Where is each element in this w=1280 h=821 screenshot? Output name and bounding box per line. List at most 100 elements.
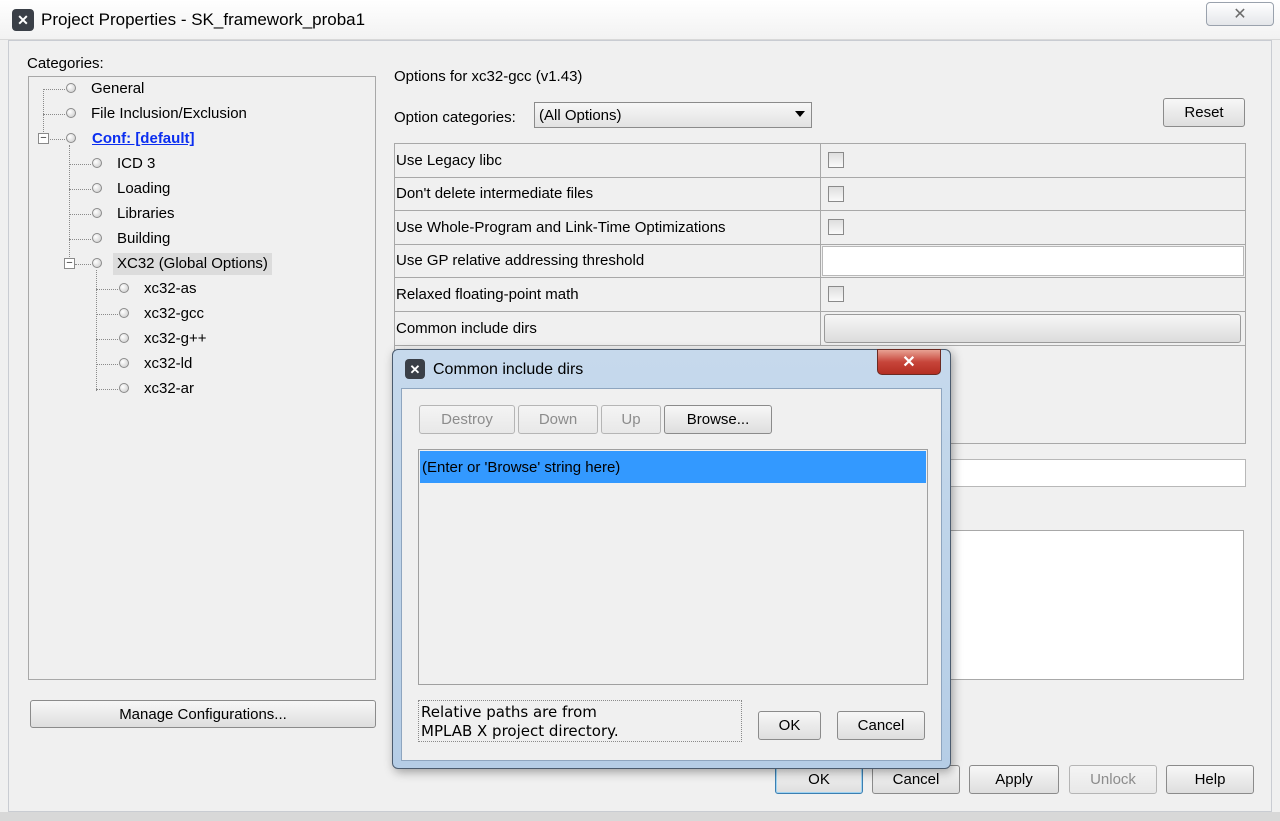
property-name: Relaxed floating-point math bbox=[395, 278, 821, 311]
options-header: Options for xc32-gcc (v1.43) bbox=[394, 68, 583, 85]
node-icon bbox=[66, 83, 76, 93]
mplab-app-icon: ✕ bbox=[405, 359, 425, 379]
tree-guide-line bbox=[69, 239, 91, 240]
property-value bbox=[822, 178, 1245, 211]
options-property-sheet: Use Legacy libc Don't delete intermediat… bbox=[394, 143, 1246, 346]
tree-guide-line bbox=[69, 189, 91, 190]
property-row: Use Legacy libc bbox=[395, 144, 1245, 178]
relative-paths-note: Relative paths are from MPLAB X project … bbox=[418, 700, 742, 742]
include-dirs-list[interactable]: (Enter or 'Browse' string here) bbox=[418, 449, 928, 685]
tree-guide-line bbox=[69, 214, 91, 215]
apply-button[interactable]: Apply bbox=[969, 765, 1059, 794]
note-line-1: Relative paths are from bbox=[421, 703, 597, 721]
property-name: Common include dirs bbox=[395, 311, 821, 345]
common-include-dirs-dialog: ✕ Common include dirs ✕ Destroy Down Up … bbox=[392, 349, 951, 769]
tree-item-xc32-gcc[interactable]: xc32-gcc bbox=[140, 303, 208, 325]
tree-item-file-inclusion-exclusion[interactable]: File Inclusion/Exclusion bbox=[87, 103, 251, 125]
tree-item-xc32-global-options[interactable]: XC32 (Global Options) bbox=[113, 253, 272, 275]
dialog-title: Common include dirs bbox=[433, 361, 584, 378]
node-icon bbox=[92, 258, 102, 268]
node-icon bbox=[119, 308, 129, 318]
property-row: Use Whole-Program and Link-Time Optimiza… bbox=[395, 211, 1245, 245]
property-value bbox=[822, 211, 1245, 244]
mplab-app-icon: ✕ bbox=[12, 9, 34, 31]
window-bottom-edge bbox=[0, 812, 1280, 821]
tree-guide-line bbox=[96, 389, 118, 390]
tree-guide-line bbox=[69, 164, 91, 165]
down-button[interactable]: Down bbox=[518, 405, 598, 434]
tree-item-xc32-as[interactable]: xc32-as bbox=[140, 278, 201, 300]
property-value bbox=[822, 312, 1245, 346]
window-title: Project Properties - SK_framework_proba1 bbox=[41, 10, 366, 29]
whole-program-lto-checkbox[interactable] bbox=[828, 219, 844, 235]
tree-guide-line bbox=[96, 339, 118, 340]
relaxed-fp-math-checkbox[interactable] bbox=[828, 286, 844, 302]
tree-item-libraries[interactable]: Libraries bbox=[113, 203, 179, 225]
tree-guide-line bbox=[75, 264, 91, 265]
node-icon bbox=[92, 233, 102, 243]
property-name: Use Whole-Program and Link-Time Optimiza… bbox=[395, 211, 821, 244]
property-value bbox=[822, 278, 1245, 311]
categories-label: Categories: bbox=[27, 55, 104, 72]
tree-guide-line bbox=[48, 139, 65, 140]
node-icon bbox=[66, 108, 76, 118]
node-icon bbox=[92, 208, 102, 218]
property-value bbox=[822, 144, 1245, 177]
help-button[interactable]: Help bbox=[1166, 765, 1254, 794]
list-item[interactable]: (Enter or 'Browse' string here) bbox=[420, 451, 926, 483]
tree-item-building[interactable]: Building bbox=[113, 228, 174, 250]
tree-item-general[interactable]: General bbox=[87, 78, 148, 100]
collapse-xc32-icon[interactable]: − bbox=[64, 258, 75, 269]
dialog-ok-button[interactable]: OK bbox=[758, 711, 821, 740]
tree-item-xc32-gpp[interactable]: xc32-g++ bbox=[140, 328, 211, 350]
common-include-dirs-button[interactable] bbox=[824, 313, 1241, 343]
cancel-button[interactable]: Cancel bbox=[872, 765, 960, 794]
reset-button[interactable]: Reset bbox=[1163, 98, 1245, 127]
up-button[interactable]: Up bbox=[601, 405, 661, 434]
window-close-button[interactable]: ✕ bbox=[1206, 2, 1274, 26]
node-icon bbox=[119, 283, 129, 293]
node-icon bbox=[66, 133, 76, 143]
manage-configurations-button[interactable]: Manage Configurations... bbox=[30, 700, 376, 728]
tree-item-loading[interactable]: Loading bbox=[113, 178, 174, 200]
option-categories-value: (All Options) bbox=[539, 106, 622, 124]
tree-item-xc32-ar[interactable]: xc32-ar bbox=[140, 378, 198, 400]
destroy-button[interactable]: Destroy bbox=[419, 405, 515, 434]
tree-item-xc32-ld[interactable]: xc32-ld bbox=[140, 353, 196, 375]
option-categories-select[interactable]: (All Options) bbox=[534, 102, 812, 128]
property-row: Don't delete intermediate files bbox=[395, 177, 1245, 211]
tree-item-icd3[interactable]: ICD 3 bbox=[113, 153, 159, 175]
property-row: Relaxed floating-point math bbox=[395, 278, 1245, 312]
use-legacy-libc-checkbox[interactable] bbox=[828, 152, 844, 168]
dialog-cancel-button[interactable]: Cancel bbox=[837, 711, 925, 740]
tree-guide-line bbox=[69, 145, 70, 265]
unlock-button[interactable]: Unlock bbox=[1069, 765, 1157, 794]
property-row: Common include dirs bbox=[395, 311, 1245, 346]
tree-guide-line bbox=[43, 89, 65, 90]
tree-guide-line bbox=[43, 114, 65, 115]
node-icon bbox=[119, 358, 129, 368]
gp-threshold-input[interactable] bbox=[822, 245, 1244, 276]
dialog-client-area: Destroy Down Up Browse... (Enter or 'Bro… bbox=[401, 388, 942, 761]
property-name: Use Legacy libc bbox=[395, 144, 821, 177]
node-icon bbox=[92, 158, 102, 168]
browse-button[interactable]: Browse... bbox=[664, 405, 772, 434]
property-name: Don't delete intermediate files bbox=[395, 177, 821, 210]
window-title-bar: ✕ Project Properties - SK_framework_prob… bbox=[0, 0, 1280, 40]
node-icon bbox=[119, 333, 129, 343]
property-name: Use GP relative addressing threshold bbox=[395, 244, 821, 277]
tree-guide-line bbox=[96, 314, 118, 315]
ok-button[interactable]: OK bbox=[775, 765, 863, 794]
property-value bbox=[822, 245, 1245, 278]
collapse-conf-icon[interactable]: − bbox=[38, 133, 49, 144]
tree-guide-line bbox=[96, 364, 118, 365]
node-icon bbox=[92, 183, 102, 193]
dialog-close-button[interactable]: ✕ bbox=[877, 349, 941, 375]
tree-item-conf-default[interactable]: Conf: [default] bbox=[88, 128, 198, 150]
option-categories-label: Option categories: bbox=[394, 109, 516, 126]
categories-tree[interactable]: − − General File Inclusion/Exclusion Con… bbox=[28, 76, 376, 680]
property-row: Use GP relative addressing threshold bbox=[395, 244, 1245, 278]
dont-delete-intermediate-files-checkbox[interactable] bbox=[828, 185, 844, 202]
node-icon bbox=[119, 383, 129, 393]
tree-guide-line bbox=[96, 289, 118, 290]
